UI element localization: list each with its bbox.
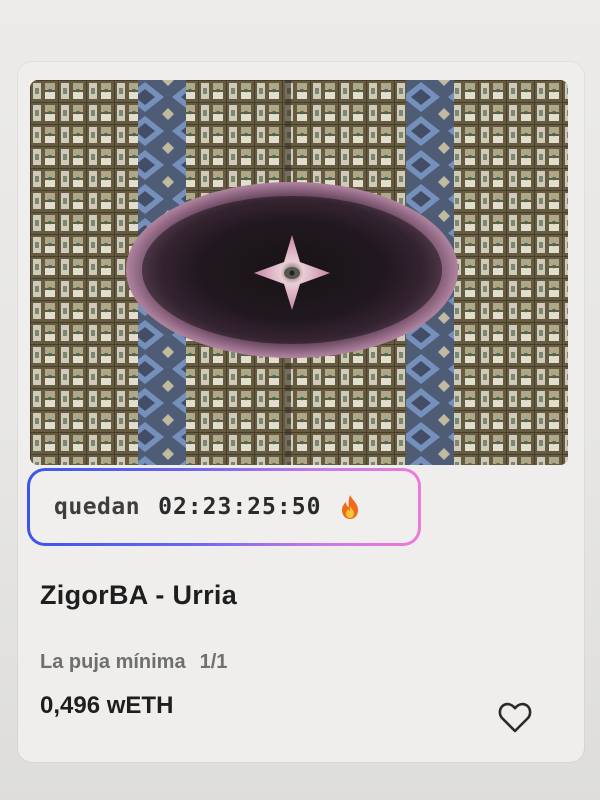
- screen: quedan 02:23:25:50 ZigorBA - Urria La pu…: [0, 0, 600, 800]
- auction-timer-inner: quedan 02:23:25:50: [30, 471, 418, 543]
- countdown-value: 02:23:25:50: [158, 494, 322, 520]
- nft-title[interactable]: ZigorBA - Urria: [40, 580, 237, 611]
- price-value: 0,496 wETH: [40, 692, 174, 719]
- minimum-bid-row: La puja mínima 1/1: [40, 651, 227, 674]
- nft-artwork-image[interactable]: [30, 80, 568, 465]
- fire-icon: [339, 494, 361, 520]
- auction-timer: quedan 02:23:25:50: [27, 468, 421, 546]
- minimum-bid-label: La puja mínima: [40, 651, 186, 673]
- heart-outline-icon[interactable]: [497, 700, 533, 734]
- edition-count: 1/1: [199, 651, 228, 673]
- time-left-label: quedan: [54, 494, 141, 520]
